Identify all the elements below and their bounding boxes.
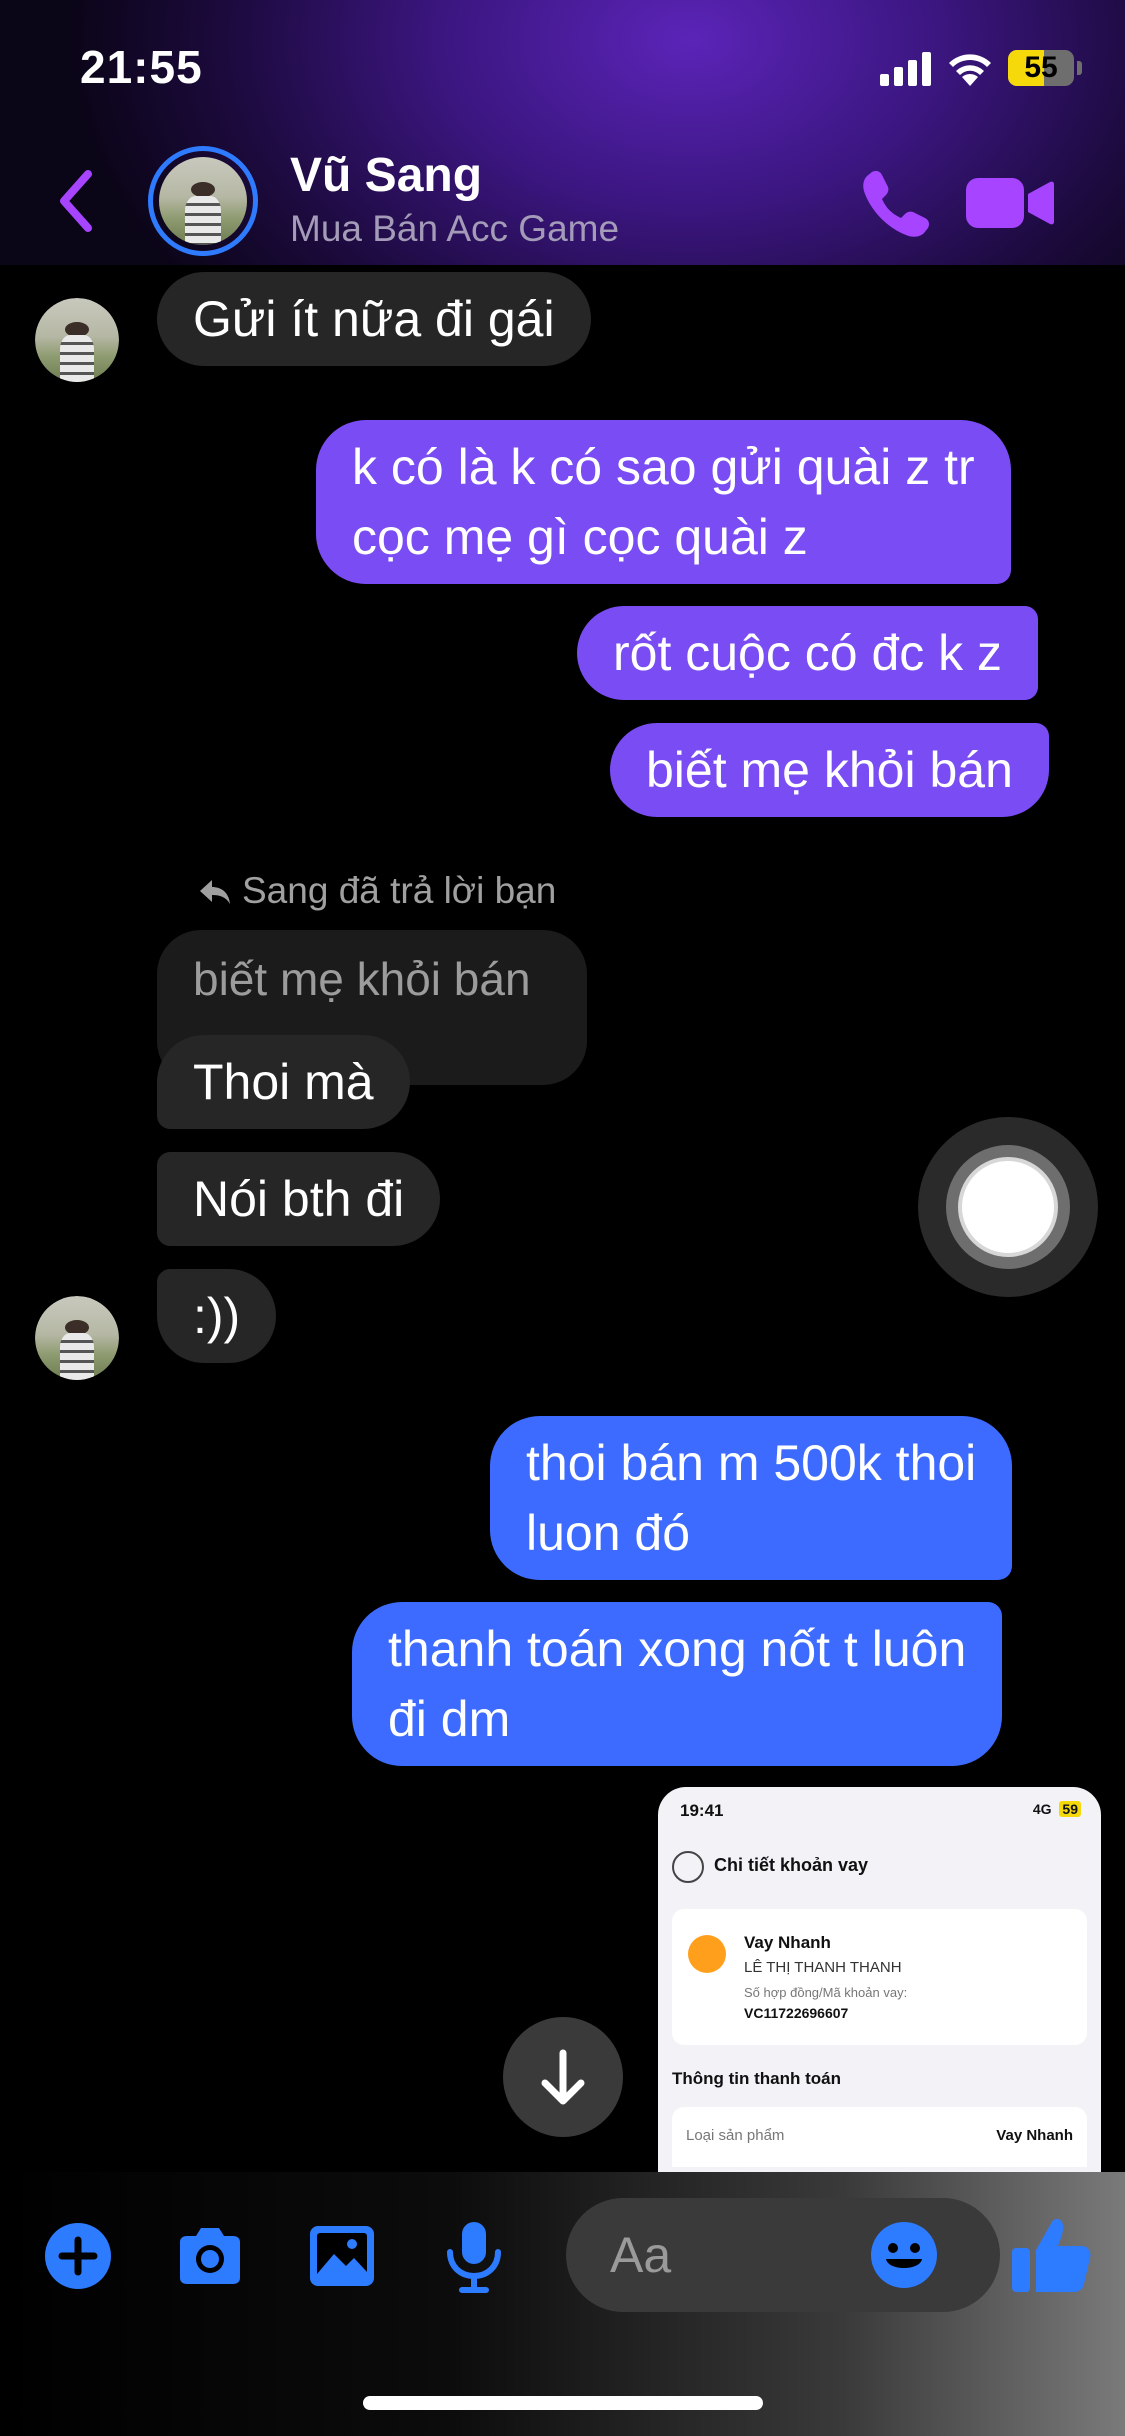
- plus-button[interactable]: [38, 2216, 118, 2296]
- sender-avatar[interactable]: [35, 298, 119, 382]
- message-text: rốt cuộc có đc k z: [613, 625, 1003, 681]
- video-call-button[interactable]: [966, 174, 1054, 232]
- message-bubble-outgoing[interactable]: k có là k có sao gửi quài z tr cọc mẹ gì…: [316, 420, 1011, 584]
- contact-name[interactable]: Vũ Sang: [290, 148, 482, 203]
- arrow-down-icon: [541, 2049, 585, 2105]
- like-button[interactable]: [1008, 2210, 1096, 2298]
- home-indicator[interactable]: [363, 2396, 763, 2410]
- image-status-time: 19:41: [680, 1801, 724, 1820]
- image-row-value: Vay Nhanh: [996, 2127, 1073, 2144]
- message-text: Gửi ít nữa đi gái: [193, 291, 555, 347]
- message-text: biết mẹ khỏi bán: [646, 742, 1013, 798]
- status-time: 21:55: [80, 41, 203, 93]
- loan-logo-icon: [688, 1935, 726, 1973]
- assistive-touch-center: [958, 1157, 1058, 1257]
- emoji-button[interactable]: [868, 2219, 940, 2291]
- shared-image-attachment[interactable]: 19:41 4G 59 Chi tiết khoản vay Vay Nhanh…: [658, 1787, 1101, 2172]
- microphone-button[interactable]: [434, 2216, 514, 2296]
- camera-button[interactable]: [170, 2216, 250, 2296]
- image-loan-name: Vay Nhanh: [744, 1933, 831, 1952]
- message-bubble-outgoing[interactable]: rốt cuộc có đc k z: [577, 606, 1039, 700]
- image-loan-card: Vay Nhanh LÊ THỊ THANH THANH Số hợp đồng…: [672, 1909, 1087, 2045]
- back-button[interactable]: [48, 164, 108, 238]
- image-battery: 59: [1059, 1801, 1081, 1817]
- message-text: Nói bth đi: [193, 1171, 405, 1227]
- message-text: k có là k có sao gửi quài z tr: [352, 439, 975, 495]
- quoted-message-text: biết mẹ khỏi bán: [193, 953, 531, 1005]
- avatar-photo: [35, 298, 119, 382]
- message-bubble-incoming[interactable]: Nói bth đi: [157, 1152, 441, 1246]
- contact-subtitle: Mua Bán Acc Game: [290, 208, 620, 249]
- image-section-title: Thông tin thanh toán: [672, 2069, 842, 2088]
- image-contract-number: VC11722696607: [744, 2005, 849, 2021]
- message-text: đi dm: [388, 1691, 511, 1747]
- message-text: thanh toán xong nốt t luôn: [388, 1621, 967, 1677]
- message-bubble-incoming[interactable]: Gửi ít nữa đi gái: [157, 272, 591, 366]
- wifi-icon: [949, 54, 991, 86]
- avatar-photo: [159, 157, 247, 245]
- scroll-to-bottom-button[interactable]: [503, 2017, 623, 2137]
- contact-avatar[interactable]: [148, 146, 258, 256]
- status-bar: 21:55 55: [0, 0, 1125, 140]
- message-text: Thoi mà: [193, 1054, 374, 1110]
- assistive-touch-button[interactable]: [918, 1117, 1098, 1297]
- message-text: cọc mẹ gì cọc quài z: [352, 509, 808, 565]
- battery-percentage: 55: [1024, 51, 1058, 84]
- message-bubble-outgoing[interactable]: biết mẹ khỏi bán: [610, 723, 1049, 817]
- image-network: 4G: [1032, 1801, 1052, 1817]
- message-bubble-incoming[interactable]: Thoi mà: [157, 1035, 410, 1129]
- reply-icon: [200, 880, 230, 904]
- cellular-signal-icon: [880, 52, 932, 86]
- conversation-header: Vũ Sang Mua Bán Acc Game: [0, 140, 1125, 265]
- photo-gallery-button[interactable]: [302, 2216, 382, 2296]
- assistive-touch-ring: [946, 1145, 1070, 1269]
- reply-label-text: Sang đã trả lời bạn: [242, 870, 557, 911]
- message-bubble-incoming[interactable]: :)): [157, 1269, 277, 1363]
- sender-avatar[interactable]: [35, 1296, 119, 1380]
- image-person: LÊ THỊ THANH THANH: [744, 1959, 902, 1976]
- battery-tip: [1077, 61, 1082, 75]
- message-bubble-outgoing[interactable]: thanh toán xong nốt t luôn đi dm: [352, 1602, 1003, 1766]
- avatar-photo: [35, 1296, 119, 1380]
- message-text: :)): [193, 1288, 241, 1344]
- image-title: Chi tiết khoản vay: [714, 1855, 869, 1875]
- message-text: luon đó: [526, 1505, 691, 1561]
- message-input[interactable]: Aa: [566, 2198, 1000, 2312]
- phone-call-button[interactable]: [858, 166, 930, 238]
- image-row-label: Loại sản phẩm: [686, 2127, 785, 2144]
- message-bubble-outgoing[interactable]: thoi bán m 500k thoi luon đó: [490, 1416, 1013, 1580]
- image-info-row: Loại sản phẩm Vay Nhanh: [672, 2107, 1087, 2167]
- image-back-icon: [672, 1851, 704, 1883]
- image-contract-label: Số hợp đồng/Mã khoản vay:: [744, 1985, 908, 2000]
- battery-icon: 55: [1008, 50, 1074, 86]
- image-status-icons: 4G 59: [1033, 1801, 1081, 1817]
- reply-indicator: Sang đã trả lời bạn: [198, 870, 556, 912]
- message-input-placeholder: Aa: [610, 2227, 672, 2283]
- message-text: thoi bán m 500k thoi: [526, 1435, 977, 1491]
